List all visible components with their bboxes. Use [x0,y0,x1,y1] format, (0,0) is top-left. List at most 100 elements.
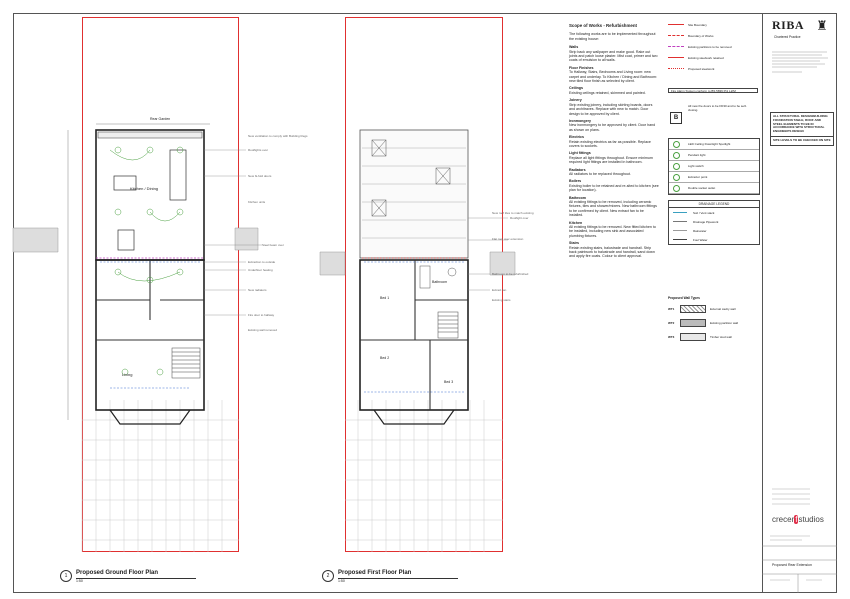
legend-line-row: Proposed steelwork [668,63,760,74]
legend-line-row: Site Boundary [668,19,760,30]
scope-section: Kitchen All existing fittings to be remov… [569,221,659,239]
drainage-label: Drainage Pipework [693,219,719,224]
drainage-swatch [673,230,687,231]
legend-symbol-label: LED Ceiling Downlight Spotlight [688,142,731,146]
room-label: Bed 1 [380,296,390,300]
first-note: Existing stairs [492,298,511,302]
legend-line-swatch [668,68,684,69]
project-title: Proposed Rear Extension [772,563,812,567]
revision-rows [770,483,832,513]
scope-section-body: All existing fittings to be removed. New… [569,225,656,238]
drainage-swatch [673,212,687,213]
drainage-row: Foul Water [669,235,759,244]
legend-line-swatch [668,24,684,25]
legend-symbol-row: LED Ceiling Downlight Spotlight [669,139,759,150]
scope-section-body: Retain existing stairs, balustrade and h… [569,245,655,259]
legend-line-label: Proposed steelwork [688,66,715,71]
drainage-label: Foul Water [693,237,708,242]
scope-section-body: Existing ceilings retained, skimmed and … [569,90,646,95]
first-note: Extract fan [492,288,507,292]
scope-section: Electrics Retain existing electrics as fa… [569,135,659,148]
scope-section-body: Replace all light fittings throughout. E… [569,155,653,165]
scope-title: Scope of Works - Refurbishment [569,23,637,28]
scope-section-body: Existing boiler to be retained and re-si… [569,183,659,193]
legend-symbol-label: Pendant light [688,153,706,157]
scope-section-body: Strip back any wallpaper and make good. … [569,49,658,63]
warning-text: SITE LEVELS TO BE CHECKED ON SITE [773,137,831,142]
scope-section-body: Strip existing joinery, including skirti… [569,102,653,116]
legend-symbol-row: Pendant light [669,150,759,161]
title-underline [338,578,458,579]
wall-type-label: Existing partition wall [710,321,739,325]
legend-line-swatch [668,57,684,58]
scope-section-body: All radiators to be replaced throughout. [569,171,631,176]
green-fixture-icon [673,173,680,181]
wall-type-code: WT1 [668,307,675,311]
legend-line-label: Site Boundary [688,22,707,27]
scope-section: Radiators All radiators to be replaced th… [569,168,659,177]
riba-sub: Chartered Practice [774,35,801,39]
legend-line-label: Boundary of Works [688,33,714,38]
titleblock-fineprint [772,50,830,76]
drainage-swatch [673,221,687,222]
legend-note: Fire Alarm System conform to BS 5839 Pt1… [671,89,736,93]
legend-line-label: Existing steelwork retained [688,55,724,60]
scope-section: Light fittings Replace all light fittings… [569,151,659,164]
titleblock-rows [762,530,837,593]
legend-symbol-label: Light switch [688,164,704,168]
plan-title: Proposed First Floor Plan [338,570,412,576]
scope-section: Joinery Strip existing joinery, including… [569,98,659,116]
legend-line-row: Boundary of Works [668,30,760,41]
wall-type-row: WT3 Timber stud wall [668,330,758,344]
legend-lines: Site Boundary Boundary of Works Existing p… [668,19,760,74]
wall-type-swatch [680,305,706,313]
studio-logo: crecerfstudios [772,515,824,524]
wall-type-label: Timber stud wall [710,335,732,339]
logo-left: crecer [772,515,795,524]
scope-section-body: All existing fittings to be removed, inc… [569,200,657,218]
scope-section: Stairs Retain existing stairs, balustrade… [569,241,659,259]
drainage-row: Soil / Vent stack [669,208,759,217]
scope-intro: The following works are to be implemente… [569,32,656,41]
legend-symbol-row: Extractor point [669,172,759,183]
wall-rows: WT1 External cavity wall WT2 Existing parti… [668,302,758,344]
green-fixture-icon [673,151,680,159]
scope-section: Ceilings Existing ceilings retained, skim… [569,86,659,95]
legend-note-box: Fire Alarm System conform to BS 5839 Pt1… [668,88,758,93]
scope-section-body: Retain existing electrics as far as poss… [569,139,651,148]
drainage-rows: Soil / Vent stack Drainage Pipework Rainwa… [669,208,759,244]
drainage-swatch [673,239,687,240]
first-note: Rooflight over [510,216,529,220]
drainage-label: Soil / Vent stack [693,210,715,215]
scope-section: Bathroom All existing fittings to be remo… [569,196,659,218]
wall-type-row: WT1 External cavity wall [668,302,758,316]
warning-text: ALL STRUCTURAL DESIGN/BUILDING FOUNDATIO… [771,113,833,137]
wall-type-code: WT2 [668,321,675,325]
wall-type-swatch [680,319,706,327]
warning-box: ALL STRUCTURAL DESIGN/BUILDING FOUNDATIO… [770,112,834,146]
scope-section: Ironmongery New ironmongery to be approve… [569,119,659,132]
legend-line-swatch [668,35,684,36]
wall-type-swatch [680,333,706,341]
scope-section-body: To Hallway, Stairs, Bedrooms and Living … [569,70,657,84]
scope-section: Walls Strip back any wallpaper and make g… [569,45,659,63]
legend-symbols: LED Ceiling Downlight Spotlight Pendant l… [668,138,760,195]
legend-symbol-label: Extractor point [688,175,708,179]
room-label: Bed 2 [380,356,390,360]
legend-symbol-row: Light switch [669,161,759,172]
legend-symbol-label: Double socket outlet [688,186,716,190]
green-fixture-icon [673,140,680,148]
riba-crest-icon: ♜ [816,18,828,33]
legend-line-label: Existing partitions to be removed [688,44,732,49]
riba-text: RIBA [772,18,805,32]
wall-type-row: WT2 Existing partition wall [668,316,758,330]
scope-section: Floor Finishes To Hallway, Stairs, Bedroo… [569,66,659,84]
legend-line-swatch [668,46,684,47]
wall-types-title: Proposed Wall Types [668,296,700,300]
fire-note: All new fire doors to be FD30 and to be … [688,104,747,112]
riba-logo: RIBA ♜ Chartered Practice [772,18,832,46]
plan-scale: 1:50 [338,579,345,583]
wall-types: Proposed Wall Types WT1 External cavity w… [668,296,758,344]
room-label: Bed 3 [444,380,454,384]
logo-right: studios [798,515,824,524]
